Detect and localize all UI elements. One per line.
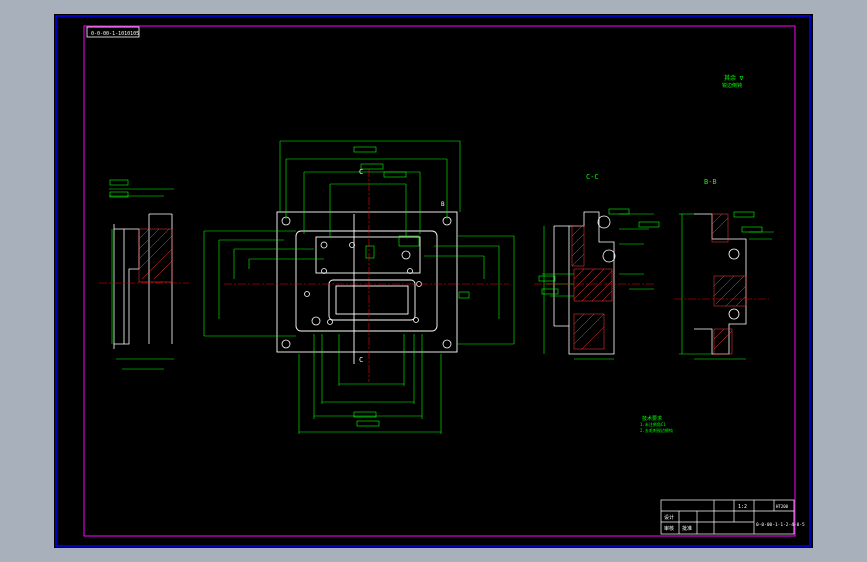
section-cc-hatch	[571, 225, 613, 350]
left-view-hatch	[138, 228, 173, 283]
roughness-note: 其余 ∇	[724, 74, 744, 82]
tech-req-2: 2.去毛刺锐边倒钝	[640, 427, 673, 433]
front-view-outline	[276, 211, 458, 364]
title-block	[660, 499, 795, 535]
title-block-material: HT200	[776, 504, 789, 509]
header-box-text: 0-0-00-1-1010105	[91, 31, 139, 37]
edge-note: 锐边倒钝	[722, 82, 742, 89]
cad-drawing-canvas: 0-0-00-1-1010105 其余 ∇ 锐边倒钝 C C B C-C B-B…	[54, 14, 813, 548]
left-side-view	[113, 213, 173, 349]
section-cc-outline	[553, 211, 616, 355]
title-block-label-design: 设计	[664, 514, 674, 521]
section-bb-dims	[679, 211, 774, 360]
section-bb-title: B-B	[704, 178, 717, 186]
drawing-sheet: 0-0-00-1-1010105 其余 ∇ 锐边倒钝 C C B C-C B-B…	[55, 15, 811, 547]
inner-frame	[83, 25, 796, 537]
outer-frame	[55, 15, 811, 547]
title-block-label-check: 审核	[664, 525, 674, 532]
section-cc-title: C-C	[586, 173, 599, 181]
left-view-hatch-lines	[138, 228, 173, 280]
title-block-scale: 1:2	[738, 504, 747, 510]
tech-req-title: 技术要求	[642, 415, 662, 422]
front-view-dims	[203, 140, 515, 434]
title-block-part-code: 0-0-00-1-1-2-4-0-5	[756, 522, 805, 528]
cut-label-b: B	[441, 201, 445, 208]
cut-label-c-bottom: C	[359, 356, 363, 364]
cut-label-c-top: C	[359, 168, 363, 176]
left-view-dims	[109, 179, 174, 370]
title-block-label-approve: 批准	[682, 525, 692, 532]
tech-req-1: 1.未注倒角C1	[640, 421, 666, 427]
